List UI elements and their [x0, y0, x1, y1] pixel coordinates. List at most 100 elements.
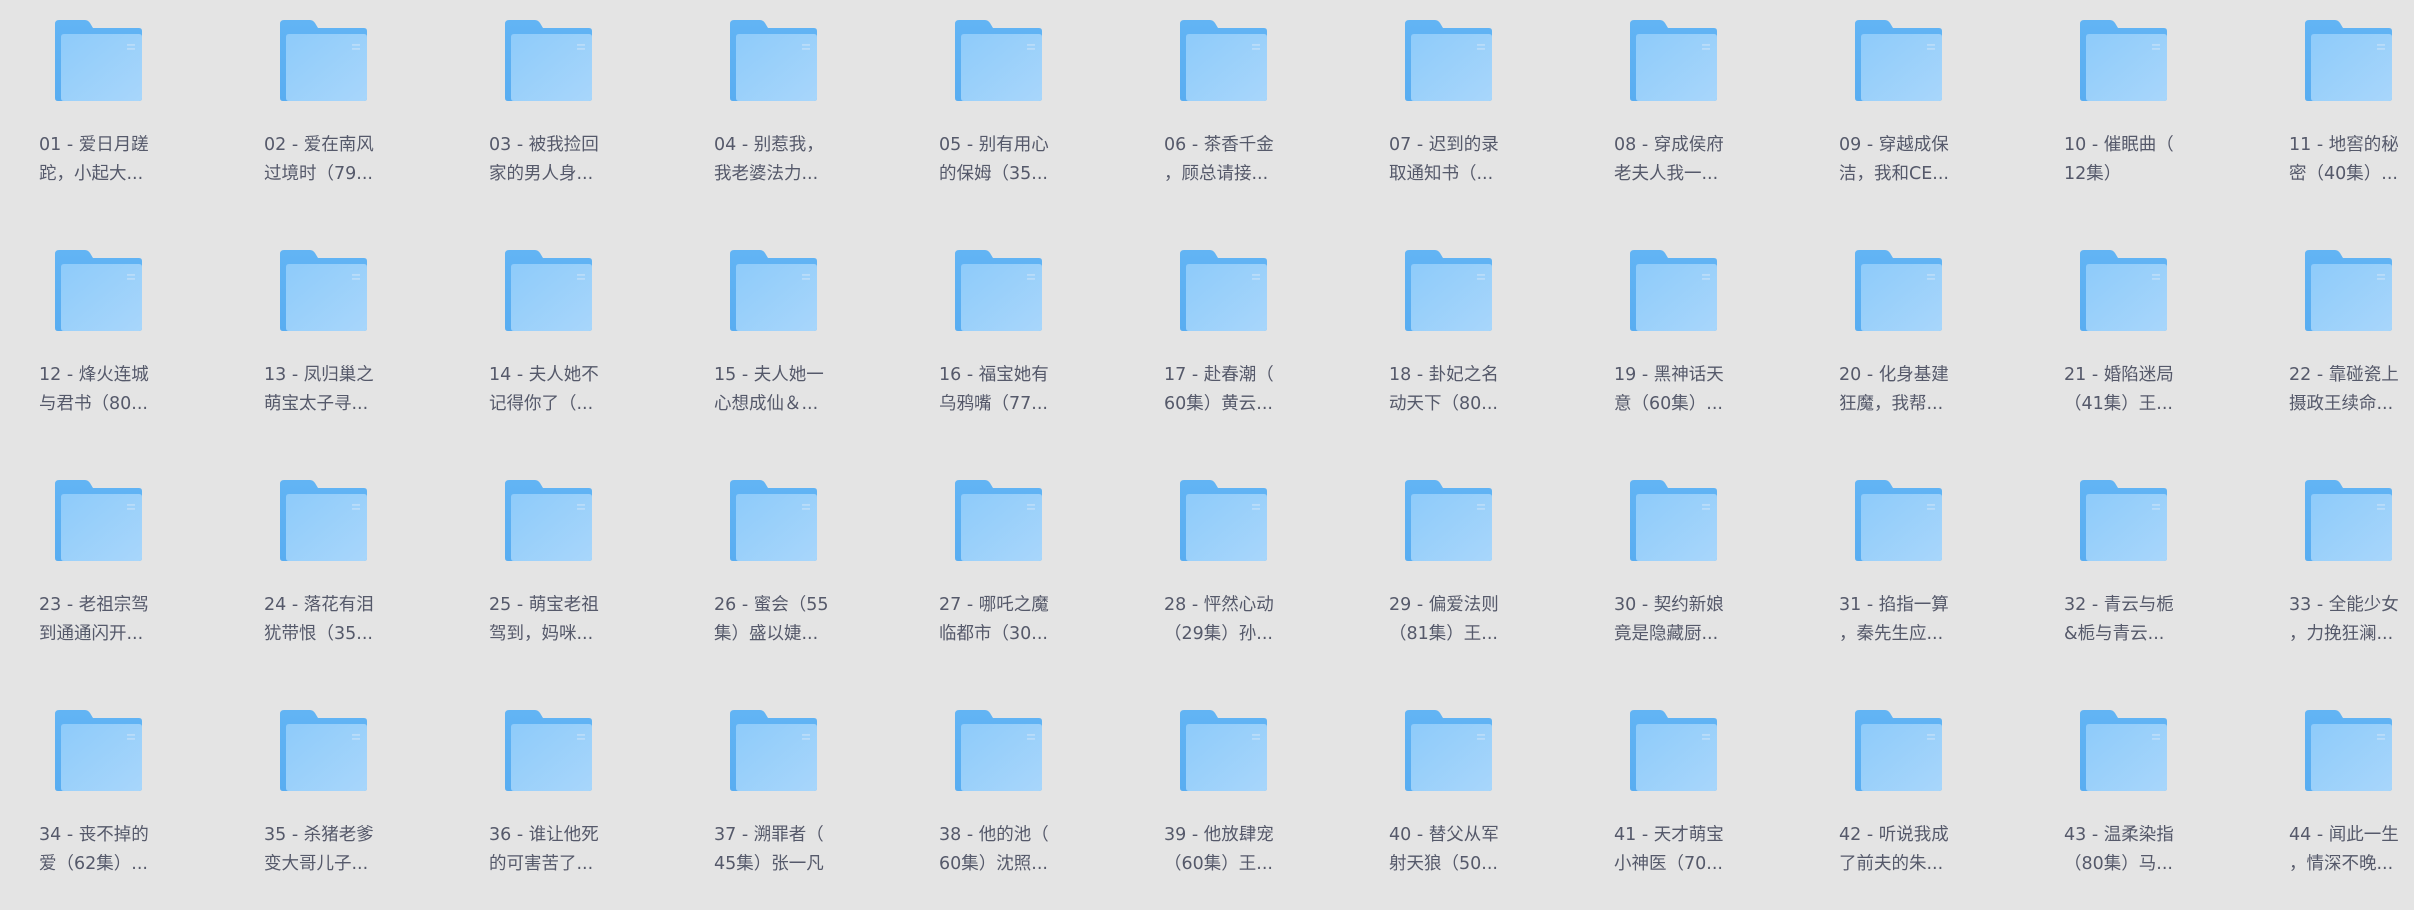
folder-item-03[interactable]: 03 - 被我捡回 家的男人身... — [451, 0, 676, 220]
folder-name: 42 - 听说我成 了前夫的朱... — [1839, 821, 1989, 879]
folder-name: 21 - 婚陷迷局 （41集）王... — [2064, 361, 2214, 419]
folder-name-line-2: （29集）孙... — [1164, 624, 1273, 644]
folder-icon — [2303, 248, 2393, 332]
folder-item-38[interactable]: 38 - 他的池（ 60集）沈照... — [901, 690, 1126, 910]
folder-name-line-1: 01 - 爱日月蹉 — [39, 135, 149, 155]
folder-name-line-2: 狂魔，我帮... — [1839, 394, 1944, 414]
folder-icon — [953, 478, 1043, 562]
folder-name: 01 - 爱日月蹉 跎，小起大... — [39, 131, 189, 189]
folder-item-32[interactable]: 32 - 青云与栀 &栀与青云... — [2026, 460, 2251, 680]
folder-name-line-2: 驾到，妈咪... — [489, 624, 594, 644]
folder-item-28[interactable]: 28 - 怦然心动 （29集）孙... — [1126, 460, 1351, 680]
folder-item-10[interactable]: 10 - 催眠曲（ 12集） — [2026, 0, 2251, 220]
folder-icon — [1853, 248, 1943, 332]
folder-name-line-1: 16 - 福宝她有 — [939, 365, 1049, 385]
folder-item-06[interactable]: 06 - 茶香千金 ，顾总请接... — [1126, 0, 1351, 220]
folder-name-line-2: 家的男人身... — [489, 164, 594, 184]
folder-item-21[interactable]: 21 - 婚陷迷局 （41集）王... — [2026, 230, 2251, 450]
folder-icon — [503, 248, 593, 332]
folder-name-line-2: （41集）王... — [2064, 394, 2173, 414]
folder-item-19[interactable]: 19 - 黑神话天 意（60集）... — [1576, 230, 1801, 450]
folder-item-07[interactable]: 07 - 迟到的录 取通知书（... — [1351, 0, 1576, 220]
folder-icon — [1853, 708, 1943, 792]
folder-item-20[interactable]: 20 - 化身基建 狂魔，我帮... — [1801, 230, 2026, 450]
folder-item-39[interactable]: 39 - 他放肆宠 （60集）王... — [1126, 690, 1351, 910]
folder-name-line-1: 14 - 夫人她不 — [489, 365, 599, 385]
folder-icon — [2303, 18, 2393, 102]
folder-name-line-2: ，情深不晚... — [2289, 854, 2394, 874]
folder-name-line-2: 我老婆法力... — [714, 164, 819, 184]
folder-item-09[interactable]: 09 - 穿越成保 洁，我和CE... — [1801, 0, 2026, 220]
folder-item-02[interactable]: 02 - 爱在南风 过境时（79... — [226, 0, 451, 220]
folder-item-33[interactable]: 33 - 全能少女 ，力挽狂澜... — [2251, 460, 2414, 680]
folder-name-line-2: 射天狼（50... — [1389, 854, 1498, 874]
folder-item-34[interactable]: 34 - 丧不掉的 爱（62集）... — [1, 690, 226, 910]
folder-name: 12 - 烽火连城 与君书（80... — [39, 361, 189, 419]
folder-item-29[interactable]: 29 - 偏爱法则 （81集）王... — [1351, 460, 1576, 680]
folder-name: 39 - 他放肆宠 （60集）王... — [1164, 821, 1314, 879]
folder-item-18[interactable]: 18 - 卦妃之名 动天下（80... — [1351, 230, 1576, 450]
folder-name-line-1: 43 - 温柔染指 — [2064, 825, 2174, 845]
folder-name-line-1: 23 - 老祖宗驾 — [39, 595, 149, 615]
folder-item-37[interactable]: 37 - 溯罪者（ 45集）张一凡 — [676, 690, 901, 910]
folder-name: 38 - 他的池（ 60集）沈照... — [939, 821, 1089, 879]
folder-item-15[interactable]: 15 - 夫人她一 心想成仙＆... — [676, 230, 901, 450]
folder-item-42[interactable]: 42 - 听说我成 了前夫的朱... — [1801, 690, 2026, 910]
folder-name-line-1: 30 - 契约新娘 — [1614, 595, 1724, 615]
folder-name-line-2: 犹带恨（35... — [264, 624, 373, 644]
folder-item-30[interactable]: 30 - 契约新娘 竟是隐藏厨... — [1576, 460, 1801, 680]
folder-name: 31 - 掐指一算 ，秦先生应... — [1839, 591, 1989, 649]
folder-name-line-1: 32 - 青云与栀 — [2064, 595, 2174, 615]
folder-item-22[interactable]: 22 - 靠碰瓷上 摄政王续命... — [2251, 230, 2414, 450]
folder-item-26[interactable]: 26 - 蜜会（55 集）盛以婕... — [676, 460, 901, 680]
folder-item-40[interactable]: 40 - 替父从军 射天狼（50... — [1351, 690, 1576, 910]
folder-name-line-2: 到通通闪开... — [39, 624, 144, 644]
folder-name: 19 - 黑神话天 意（60集）... — [1614, 361, 1764, 419]
folder-name-line-2: 60集）沈照... — [939, 854, 1048, 874]
folder-name-line-2: 洁，我和CE... — [1839, 164, 1949, 184]
folder-item-43[interactable]: 43 - 温柔染指 （80集）马... — [2026, 690, 2251, 910]
folder-item-14[interactable]: 14 - 夫人她不 记得你了（... — [451, 230, 676, 450]
folder-name-line-1: 17 - 赴春潮（ — [1164, 365, 1274, 385]
folder-name-line-2: ，力挽狂澜... — [2289, 624, 2394, 644]
folder-name-line-1: 04 - 别惹我， — [714, 135, 824, 155]
folder-item-35[interactable]: 35 - 杀猪老爹 变大哥儿子... — [226, 690, 451, 910]
folder-icon — [1853, 478, 1943, 562]
folder-item-16[interactable]: 16 - 福宝她有 乌鸦嘴（77... — [901, 230, 1126, 450]
folder-item-04[interactable]: 04 - 别惹我， 我老婆法力... — [676, 0, 901, 220]
folder-name: 43 - 温柔染指 （80集）马... — [2064, 821, 2214, 879]
folder-name: 35 - 杀猪老爹 变大哥儿子... — [264, 821, 414, 879]
folder-name: 23 - 老祖宗驾 到通通闪开... — [39, 591, 189, 649]
folder-name: 40 - 替父从军 射天狼（50... — [1389, 821, 1539, 879]
folder-item-44[interactable]: 44 - 闻此一生 ，情深不晚... — [2251, 690, 2414, 910]
folder-icon — [503, 478, 593, 562]
folder-item-11[interactable]: 11 - 地窖的秘 密（40集）... — [2251, 0, 2414, 220]
folder-name: 41 - 天才萌宝 小神医（70... — [1614, 821, 1764, 879]
folder-name-line-1: 08 - 穿成侯府 — [1614, 135, 1724, 155]
folder-name-line-1: 07 - 迟到的录 — [1389, 135, 1499, 155]
folder-name: 04 - 别惹我， 我老婆法力... — [714, 131, 864, 189]
folder-item-25[interactable]: 25 - 萌宝老祖 驾到，妈咪... — [451, 460, 676, 680]
folder-icon — [1178, 248, 1268, 332]
folder-item-23[interactable]: 23 - 老祖宗驾 到通通闪开... — [1, 460, 226, 680]
folder-name: 30 - 契约新娘 竟是隐藏厨... — [1614, 591, 1764, 649]
folder-item-05[interactable]: 05 - 别有用心 的保姆（35... — [901, 0, 1126, 220]
folder-item-24[interactable]: 24 - 落花有泪 犹带恨（35... — [226, 460, 451, 680]
folder-name-line-2: 爱（62集）... — [39, 854, 148, 874]
folder-item-01[interactable]: 01 - 爱日月蹉 跎，小起大... — [1, 0, 226, 220]
folder-name: 08 - 穿成侯府 老夫人我一... — [1614, 131, 1764, 189]
folder-name-line-2: 变大哥儿子... — [264, 854, 369, 874]
folder-item-41[interactable]: 41 - 天才萌宝 小神医（70... — [1576, 690, 1801, 910]
folder-name-line-1: 36 - 谁让他死 — [489, 825, 599, 845]
folder-name-line-2: 动天下（80... — [1389, 394, 1498, 414]
folder-item-17[interactable]: 17 - 赴春潮（ 60集）黄云... — [1126, 230, 1351, 450]
folder-item-27[interactable]: 27 - 哪吒之魔 临都市（30... — [901, 460, 1126, 680]
folder-item-12[interactable]: 12 - 烽火连城 与君书（80... — [1, 230, 226, 450]
folder-icon — [53, 478, 143, 562]
folder-item-36[interactable]: 36 - 谁让他死 的可害苦了... — [451, 690, 676, 910]
folder-item-31[interactable]: 31 - 掐指一算 ，秦先生应... — [1801, 460, 2026, 680]
folder-name-line-2: （80集）马... — [2064, 854, 2173, 874]
folder-item-13[interactable]: 13 - 凤归巢之 萌宝太子寻... — [226, 230, 451, 450]
folder-item-08[interactable]: 08 - 穿成侯府 老夫人我一... — [1576, 0, 1801, 220]
folder-icon — [1628, 708, 1718, 792]
